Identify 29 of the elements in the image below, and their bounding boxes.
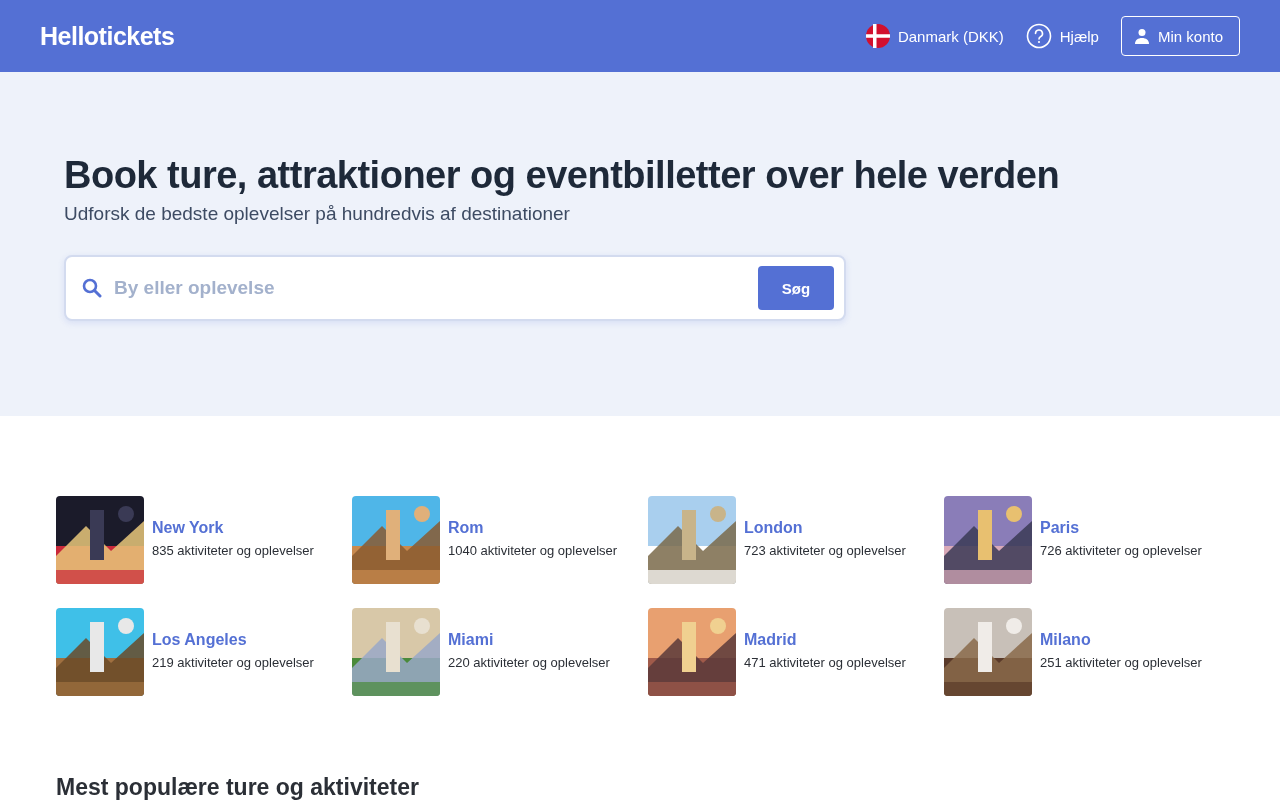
search-button[interactable]: Søg [758, 266, 834, 310]
logo[interactable]: Hellotickets [40, 21, 175, 51]
flag-icon [865, 24, 890, 48]
search-field[interactable]: By eller oplevelse Søg [64, 255, 846, 321]
search-icon [82, 278, 102, 298]
help-icon [1025, 23, 1052, 49]
destination-link[interactable]: Miami [448, 631, 610, 649]
activity-count: 471 aktiviteter og oplevelser [744, 654, 906, 672]
destination-link[interactable]: New York [152, 519, 314, 537]
country-selector[interactable]: Danmark (DKK) [865, 24, 1004, 48]
activity-count: 723 aktiviteter og oplevelser [744, 542, 906, 560]
activity-count: 726 aktiviteter og oplevelser [1040, 542, 1202, 560]
user-icon [1133, 28, 1150, 44]
activity-count: 251 aktiviteter og oplevelser [1040, 654, 1202, 672]
hero-subtitle: Udforsk de bedste oplevelser på hundredvis af destinationer [64, 203, 571, 225]
destination-link[interactable]: Milano [1040, 631, 1202, 649]
activity-count: 835 aktiviteter og oplevelser [152, 542, 314, 560]
activity-count: 1040 aktiviteter og oplevelser [448, 542, 618, 560]
activity-count: 219 aktiviteter og oplevelser [152, 654, 314, 672]
section-heading: Mest populære ture og aktiviteter [56, 774, 420, 800]
destination-link[interactable]: London [744, 519, 906, 537]
destination-link[interactable]: Los Angeles [152, 631, 314, 649]
destination-link[interactable]: Paris [1040, 519, 1202, 537]
account-button[interactable]: Min konto [1120, 16, 1240, 56]
destination-link[interactable]: Rom [448, 519, 618, 537]
help-link[interactable]: Hjælp [1025, 23, 1099, 49]
activity-count: 220 aktiviteter og oplevelser [448, 654, 610, 672]
hero-title: Book ture, attraktioner og eventbilletter over hele verden [64, 154, 1061, 197]
destination-link[interactable]: Madrid [744, 631, 906, 649]
